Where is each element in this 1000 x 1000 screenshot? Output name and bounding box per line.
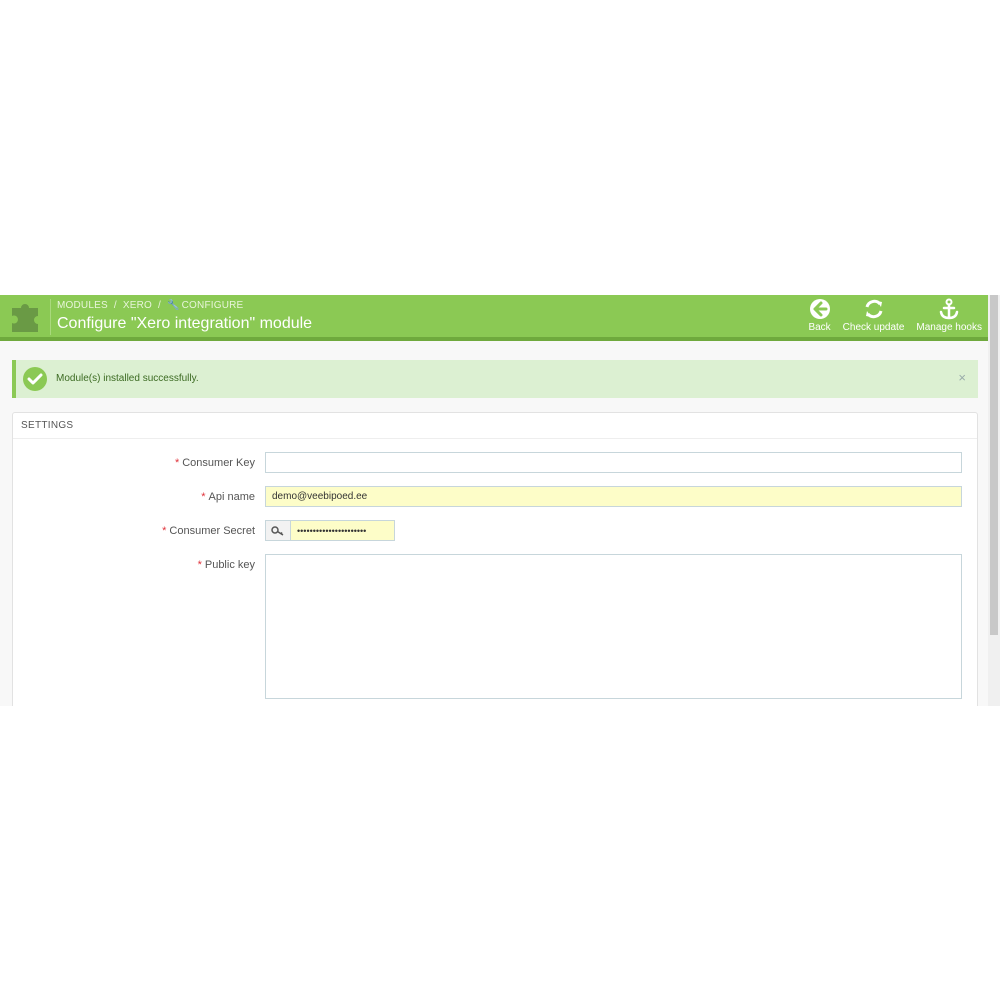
anchor-icon [939, 298, 959, 320]
puzzle-icon [12, 304, 38, 332]
api-name-label: * Api name [201, 491, 255, 503]
back-button[interactable]: Back [808, 298, 831, 334]
module-config-window: MODULES / XERO / 🔧 CONFIGURE Configure "Xero … [0, 295, 1000, 706]
header-divider [50, 299, 51, 335]
consumer-key-label-text: Consumer Key [182, 457, 255, 469]
page-title: Configure "Xero integration" module [57, 315, 313, 332]
breadcrumb: MODULES / XERO / 🔧 CONFIGURE [57, 300, 244, 311]
consumer-key-input[interactable] [265, 452, 962, 473]
back-label: Back [808, 322, 831, 333]
public-key-label-text: Public key [204, 559, 255, 571]
wrench-icon: 🔧 [166, 300, 180, 311]
alert-message: Module(s) installed successfully. [56, 373, 199, 384]
required-marker: * [197, 559, 202, 571]
api-name-label-text: Api name [208, 491, 255, 503]
breadcrumb-modules[interactable]: MODULES [57, 300, 108, 311]
key-icon[interactable] [265, 520, 290, 541]
toolbar: Back Check update Manage hooks [808, 298, 982, 334]
required-marker: * [162, 525, 167, 537]
settings-panel: SETTINGS *Consumer Key *Api name *Consum… [12, 412, 978, 706]
scrollbar[interactable] [988, 295, 1000, 706]
consumer-secret-group: •••••••••••••••••••••• [265, 520, 395, 541]
consumer-secret-input[interactable]: •••••••••••••••••••••• [290, 520, 395, 541]
public-key-textarea[interactable] [265, 554, 962, 699]
breadcrumb-configure: CONFIGURE [181, 300, 244, 311]
arrow-left-circle-icon [809, 299, 830, 319]
check-update-button[interactable]: Check update [842, 298, 905, 334]
check-circle-icon [23, 367, 47, 391]
breadcrumb-xero[interactable]: XERO [123, 300, 152, 311]
close-icon[interactable]: × [958, 370, 966, 385]
check-update-label: Check update [842, 322, 905, 333]
consumer-secret-label: * Consumer Secret [162, 525, 255, 537]
scrollbar-thumb[interactable] [990, 295, 998, 635]
panel-heading: SETTINGS [13, 413, 977, 439]
consumer-secret-label-text: Consumer Secret [169, 525, 255, 537]
required-marker: * [201, 491, 206, 503]
success-alert: Module(s) installed successfully. × [12, 360, 978, 398]
public-key-label: * Public key [198, 559, 255, 571]
required-marker: * [174, 457, 180, 469]
api-name-input[interactable] [265, 486, 962, 507]
refresh-icon [865, 299, 882, 319]
page-header: MODULES / XERO / 🔧 CONFIGURE Configure "Xero … [0, 295, 988, 341]
key-icon-glyph [271, 525, 284, 536]
manage-hooks-label: Manage hooks [916, 322, 982, 333]
manage-hooks-button[interactable]: Manage hooks [916, 298, 982, 334]
consumer-key-label: * Consumer Key [175, 457, 255, 469]
